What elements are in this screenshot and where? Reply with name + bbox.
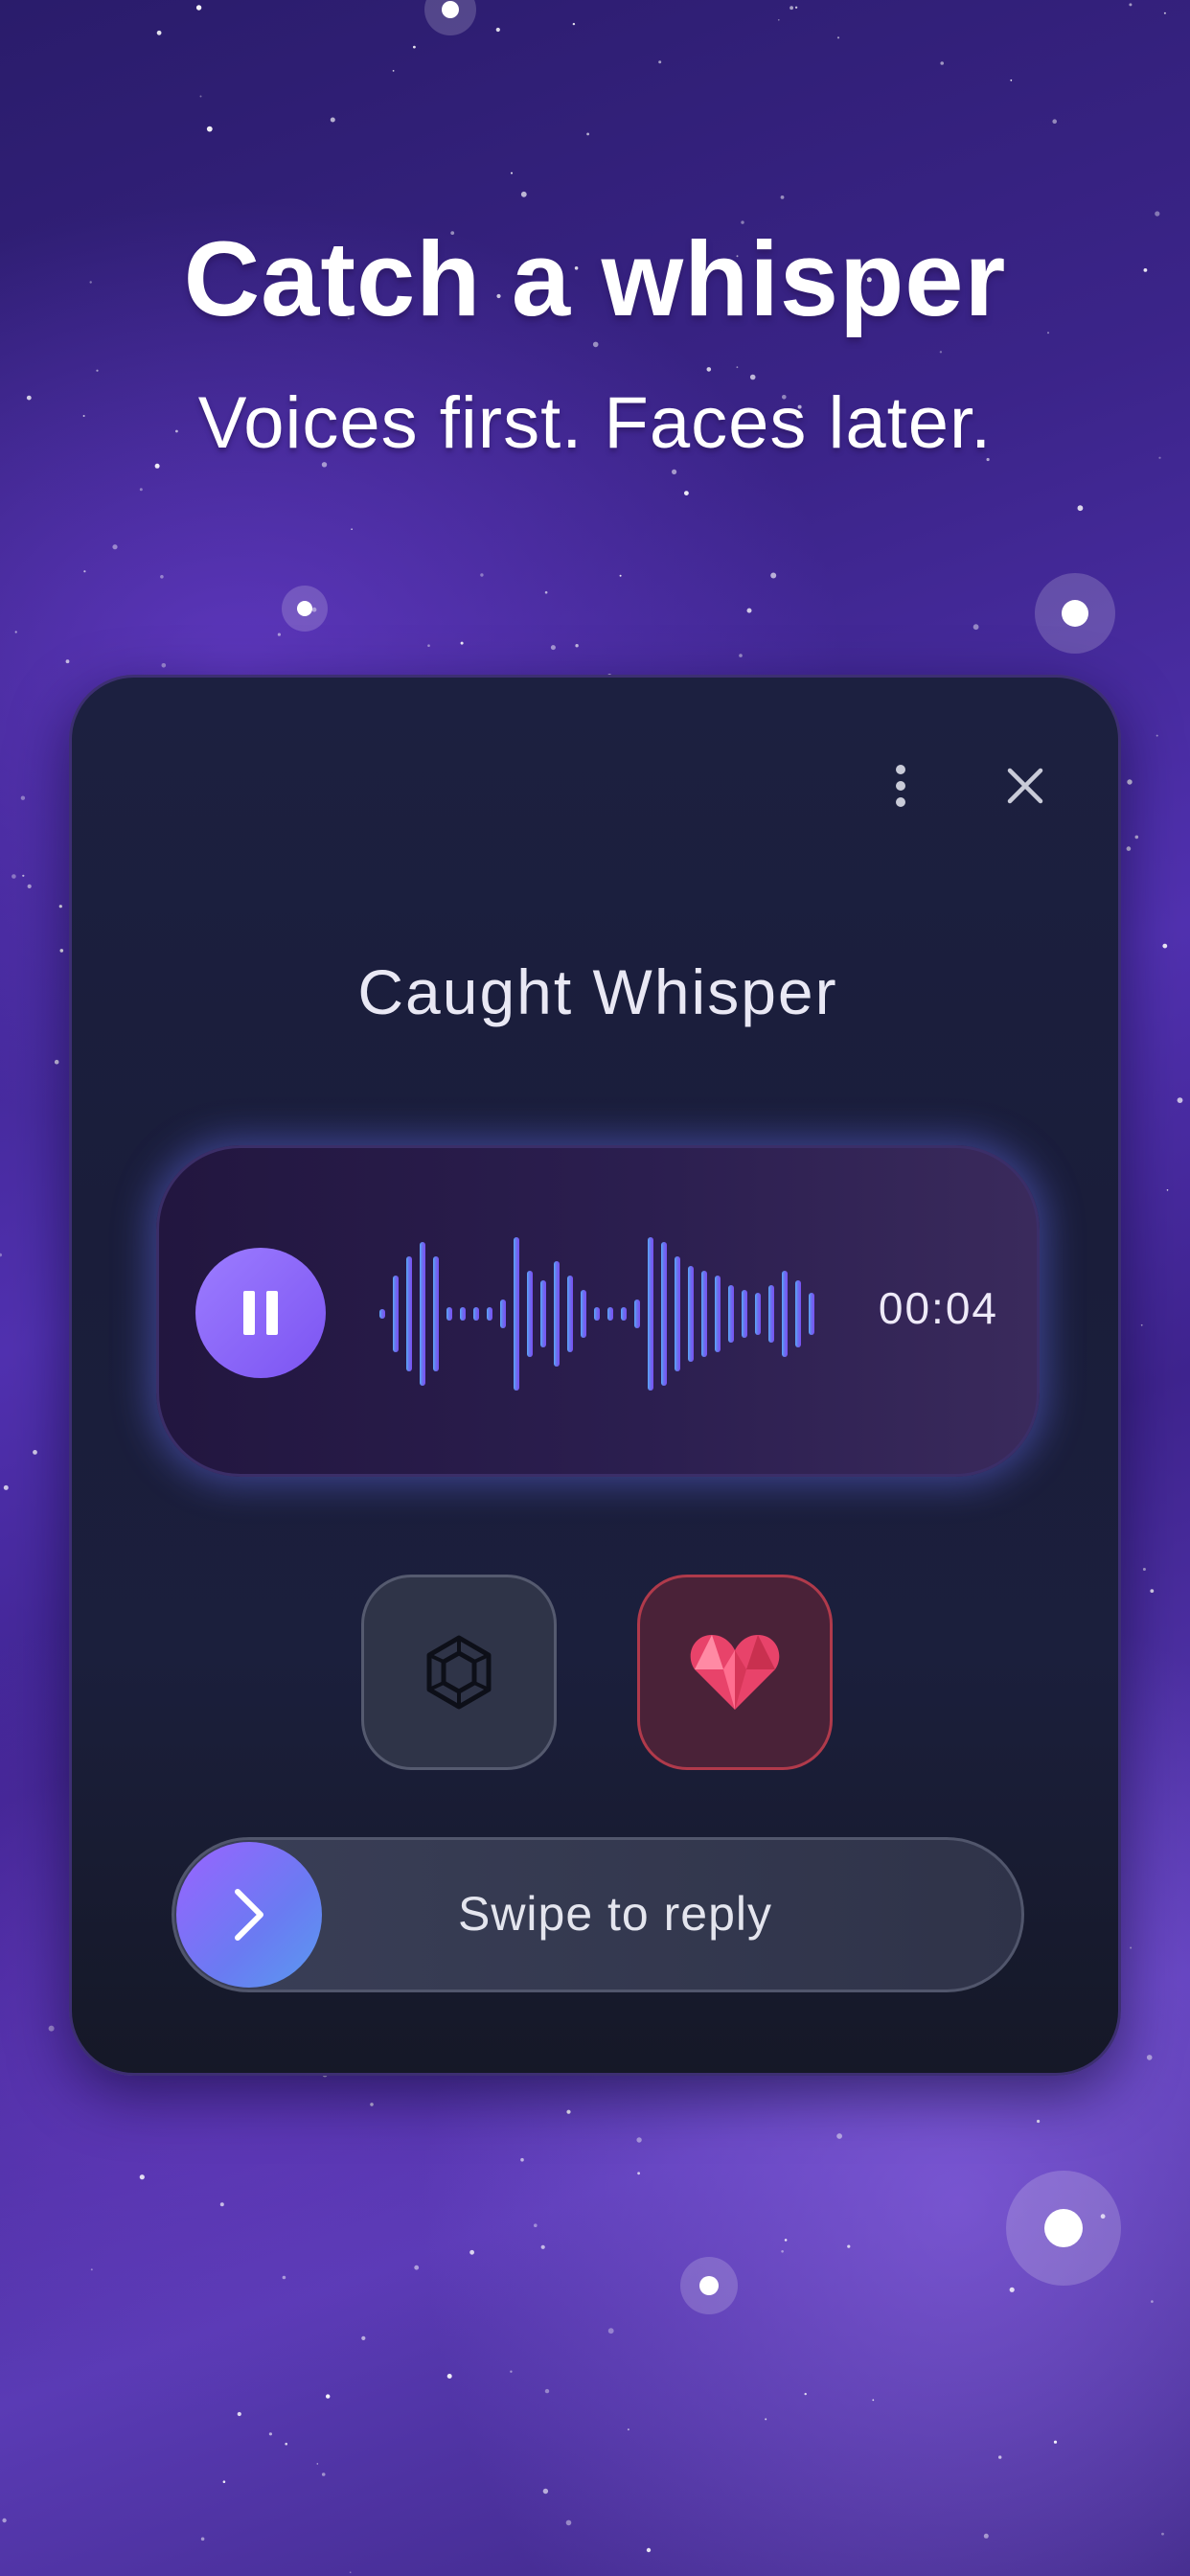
- heart-icon: [690, 1635, 780, 1710]
- more-options-button[interactable]: [867, 752, 934, 819]
- more-vertical-icon: [896, 765, 905, 807]
- pause-button[interactable]: [195, 1248, 326, 1378]
- whisper-card: Caught Whisper 00:04 Swipe to reply: [69, 675, 1121, 2076]
- close-icon: [1007, 768, 1043, 804]
- playback-time: 00:04: [878, 1283, 998, 1333]
- pause-icon: [243, 1291, 278, 1335]
- card-title: Caught Whisper: [357, 956, 838, 1027]
- gem-button[interactable]: [361, 1575, 557, 1770]
- promo-headline: Catch a whisper: [183, 220, 1007, 338]
- promo-subline: Voices first. Faces later.: [197, 382, 993, 464]
- voice-player: 00:04: [156, 1145, 1040, 1477]
- heart-button[interactable]: [637, 1575, 833, 1770]
- waveform-icon[interactable]: [379, 1232, 830, 1395]
- close-button[interactable]: [992, 752, 1059, 819]
- swipe-to-reply-slider[interactable]: Swipe to reply: [172, 1837, 1024, 1992]
- gem-icon: [426, 1635, 492, 1710]
- swipe-label: Swipe to reply: [457, 1887, 773, 1941]
